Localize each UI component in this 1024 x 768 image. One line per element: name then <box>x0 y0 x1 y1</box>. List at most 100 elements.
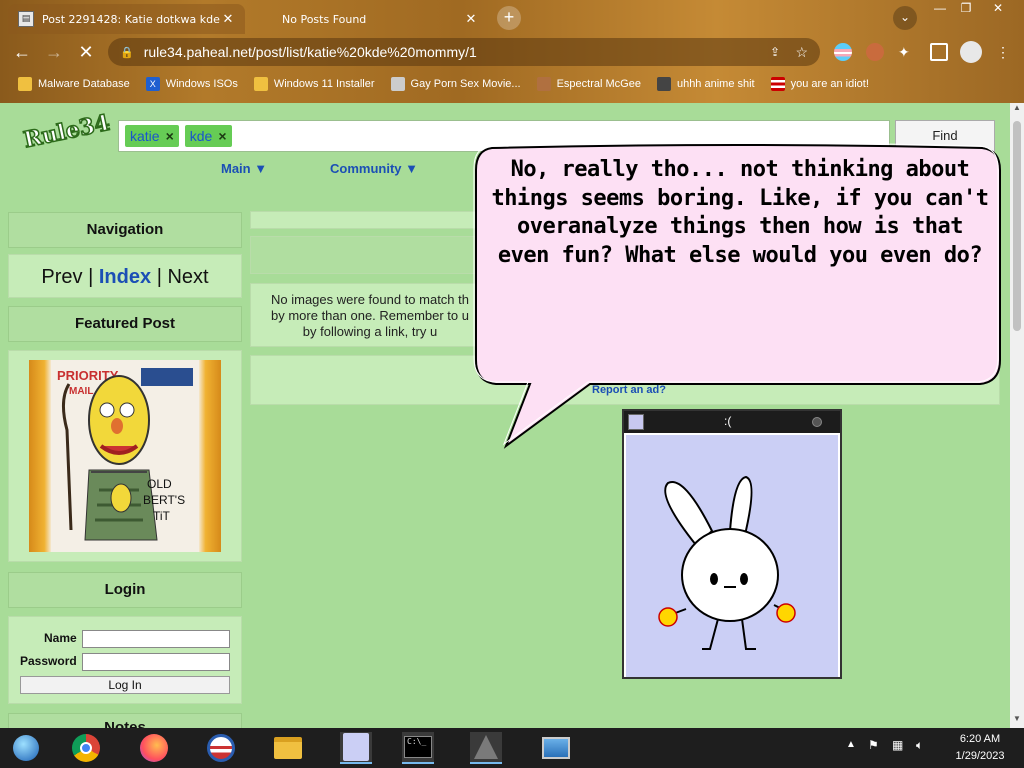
address-bar[interactable]: 🔒 rule34.paheal.net/post/list/katie%20kd… <box>108 38 820 66</box>
no-images-message: No images were found to match th by more… <box>250 283 490 347</box>
bunny-window[interactable]: :( <box>622 409 842 679</box>
bunny-character-icon <box>658 475 796 650</box>
search-tag[interactable]: kde × <box>184 125 232 147</box>
svg-text:BERT'S: BERT'S <box>143 493 185 507</box>
bookmark-item[interactable]: Gay Porn Sex Movie... <box>390 77 521 91</box>
bunny-window-title: :( <box>724 414 732 428</box>
scroll-down-icon[interactable]: ▼ <box>1010 714 1024 728</box>
nav-community[interactable]: Community ▼ <box>330 161 418 176</box>
bunny-stage <box>626 435 838 677</box>
tab-title: Post 2291428: Katie dotkwa kde m <box>42 12 221 26</box>
trans-flag-extension-icon[interactable] <box>834 43 852 61</box>
svg-text:OLD: OLD <box>147 477 172 491</box>
site-icon <box>656 77 671 91</box>
file-explorer-taskbar-icon[interactable] <box>272 732 304 764</box>
browser-toolbar: ← → ✕ 🔒 rule34.paheal.net/post/list/kati… <box>0 34 1024 70</box>
bookmark-item[interactable]: Espectral McGee <box>536 77 641 91</box>
nav-main[interactable]: Main ▼ <box>221 161 267 176</box>
bookmark-item[interactable]: X Windows ISOs <box>145 77 238 91</box>
tab-search-button[interactable]: ⌄ <box>893 6 917 30</box>
bookmark-item[interactable]: Malware Database <box>18 77 130 91</box>
profile-avatar-icon[interactable] <box>960 41 982 63</box>
bookmark-star-icon[interactable]: ☆ <box>795 44 808 61</box>
flag-tray-icon[interactable]: ⚑ <box>868 738 879 752</box>
bookmark-item[interactable]: you are an idiot! <box>770 77 869 91</box>
bookmark-item[interactable]: Windows 11 Installer <box>253 77 375 91</box>
navigation-heading: Navigation <box>8 212 242 248</box>
scroll-thumb[interactable] <box>1013 121 1021 331</box>
featured-post-image[interactable]: PRIORITY MAIL OLD BERT'S TiT <box>29 360 221 552</box>
minimize-icon[interactable]: — <box>926 0 954 18</box>
avatar-extension-icon[interactable] <box>866 43 884 61</box>
site-icon <box>390 77 405 91</box>
tab-post[interactable]: ▤ Post 2291428: Katie dotkwa kde m ✕ <box>8 4 245 34</box>
network-tray-icon[interactable]: ▦ <box>892 738 903 752</box>
volume-tray-icon[interactable]: 🔈︎ <box>916 738 923 753</box>
close-tab-icon[interactable]: ✕ <box>464 12 478 27</box>
folder-icon <box>18 77 32 91</box>
flag-icon <box>770 77 785 91</box>
remove-tag-icon[interactable]: × <box>166 128 174 144</box>
remove-tag-icon[interactable]: × <box>218 128 226 144</box>
side-panel-icon[interactable] <box>930 43 948 61</box>
notes-heading: Notes <box>8 713 242 728</box>
firefox-taskbar-icon[interactable] <box>138 732 170 764</box>
site-icon <box>536 77 551 91</box>
password-input[interactable] <box>82 653 230 671</box>
lock-icon: 🔒 <box>120 46 134 59</box>
close-tab-icon[interactable]: ✕ <box>221 12 235 27</box>
bookmarks-bar: Malware Database X Windows ISOs Windows 1… <box>0 70 1024 98</box>
login-heading: Login <box>8 572 242 608</box>
url-text: rule34.paheal.net/post/list/katie%20kde%… <box>143 44 477 60</box>
system-clock[interactable]: 6:20 AM 1/29/2023 <box>942 731 1018 765</box>
kebab-menu-icon[interactable]: ⋮ <box>996 43 1014 61</box>
java-app-taskbar-icon[interactable] <box>470 732 502 764</box>
bert-drawing-icon: PRIORITY MAIL OLD BERT'S TiT <box>51 360 199 552</box>
puzzle-extensions-icon[interactable]: ✦ <box>898 43 916 61</box>
forward-icon[interactable]: → <box>42 40 66 64</box>
page-scrollbar[interactable]: ▲ ▼ <box>1010 103 1024 728</box>
x-icon: X <box>145 77 160 91</box>
clock-date: 1/29/2023 <box>955 750 1005 762</box>
bunny-window-titlebar[interactable]: :( <box>624 411 840 433</box>
close-window-icon[interactable]: ✕ <box>984 0 1012 18</box>
back-icon[interactable]: ← <box>10 40 34 64</box>
browser-chrome: ▤ Post 2291428: Katie dotkwa kde m ✕ No … <box>0 0 1024 103</box>
restore-icon[interactable]: ❐ <box>952 0 980 18</box>
tab-strip: ▤ Post 2291428: Katie dotkwa kde m ✕ No … <box>0 0 1024 34</box>
password-label: Password <box>20 654 77 668</box>
paginator: Prev | Index | Next <box>8 254 242 298</box>
bookmark-item[interactable]: uhhh anime shit <box>656 77 755 91</box>
index-link[interactable]: Index <box>99 266 151 288</box>
bunny-taskbar-icon[interactable] <box>340 732 372 764</box>
clock-time: 6:20 AM <box>959 733 1001 745</box>
taskbar: C:\_ ▲ ⚑ ▦ 🔈︎ 6:20 AM 1/29/2023 <box>0 728 1024 768</box>
speech-bubble-text: No, really tho... not thinking about thi… <box>491 157 989 268</box>
tray-chevron-icon[interactable]: ▲ <box>846 739 856 750</box>
search-tag[interactable]: katie × <box>125 125 179 147</box>
name-input[interactable] <box>82 630 230 648</box>
bunny-app-icon <box>628 414 644 430</box>
svg-text:MAIL: MAIL <box>69 386 93 397</box>
photos-taskbar-icon[interactable] <box>540 732 572 764</box>
new-tab-button[interactable]: + <box>497 6 521 30</box>
next-link[interactable]: Next <box>167 266 208 288</box>
name-label: Name <box>44 631 77 645</box>
stop-loading-icon[interactable]: ✕ <box>74 40 98 64</box>
login-button[interactable]: Log In <box>20 676 230 694</box>
tab-title: No Posts Found <box>282 12 367 26</box>
site-logo[interactable]: Rule34 <box>21 109 113 161</box>
window-close-icon[interactable] <box>812 417 822 427</box>
obama-taskbar-icon[interactable] <box>205 732 237 764</box>
terminal-taskbar-icon[interactable]: C:\_ <box>402 732 434 764</box>
scroll-up-icon[interactable]: ▲ <box>1010 103 1024 117</box>
site-favicon-icon: ▤ <box>18 11 34 27</box>
chrome-taskbar-icon[interactable] <box>70 732 102 764</box>
share-icon[interactable]: ⇪ <box>770 45 780 59</box>
svg-text:TiT: TiT <box>153 509 171 523</box>
start-orb-icon[interactable] <box>10 732 42 764</box>
prev-link[interactable]: Prev <box>41 266 82 288</box>
tab-no-posts[interactable]: No Posts Found ✕ <box>250 4 488 34</box>
folder-icon <box>253 77 268 91</box>
featured-post-heading: Featured Post <box>8 306 242 342</box>
